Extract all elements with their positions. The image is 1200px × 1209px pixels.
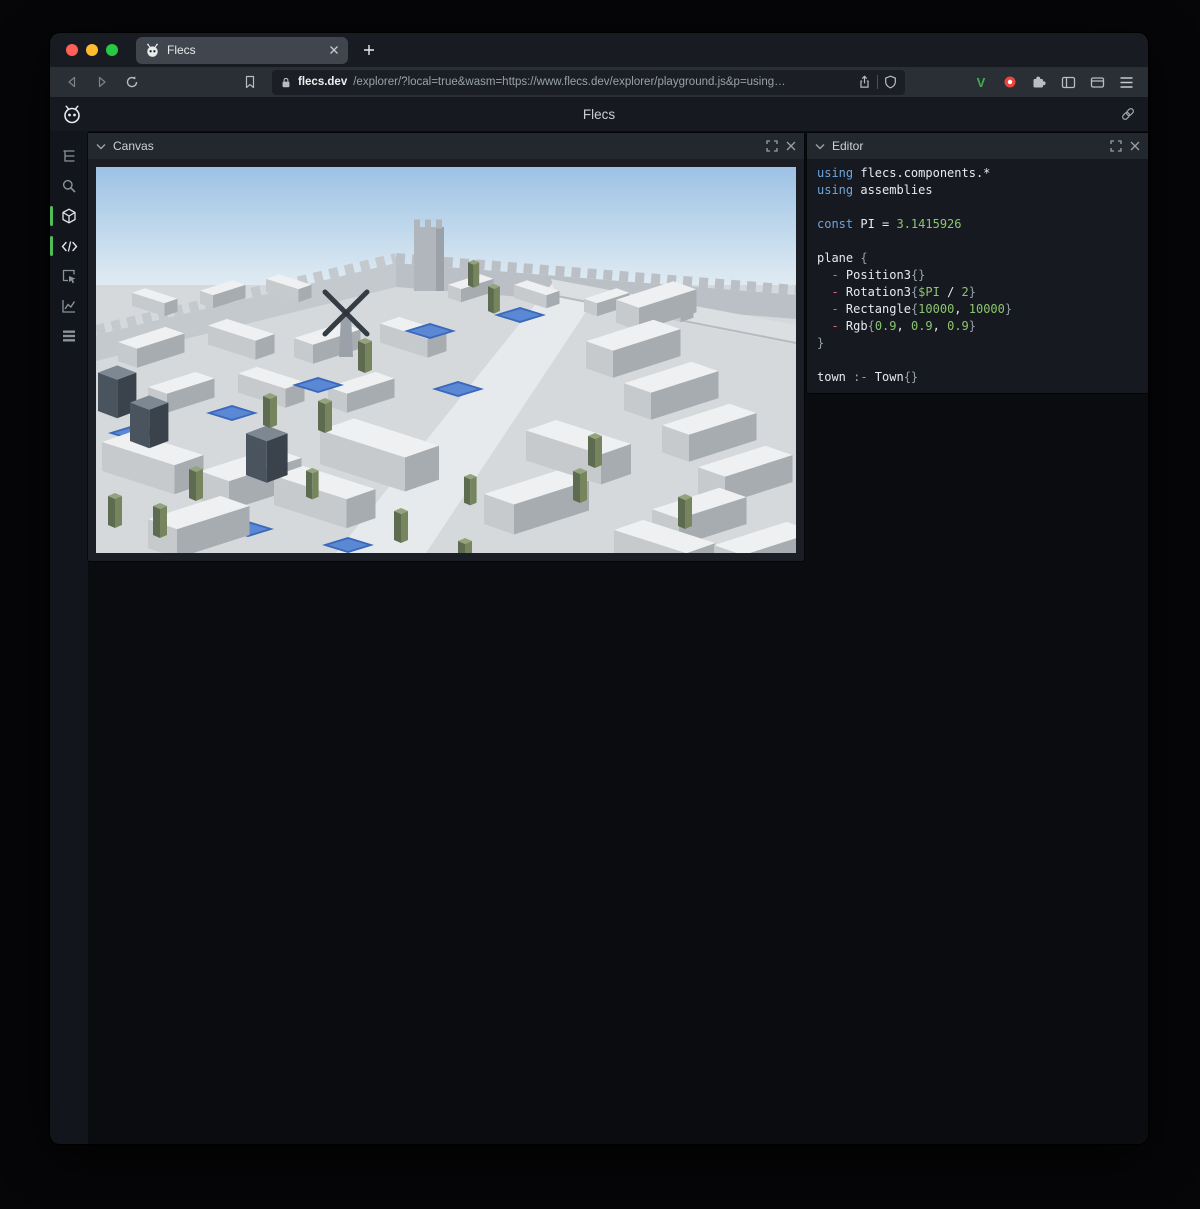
share-button[interactable] <box>858 75 871 89</box>
inspector-icon <box>61 268 77 284</box>
editor-panel-title: Editor <box>832 139 863 153</box>
browser-tab[interactable]: Flecs <box>136 37 348 64</box>
cube-icon <box>61 208 77 224</box>
minimize-window-button[interactable] <box>86 44 98 56</box>
hamburger-icon <box>1119 76 1134 89</box>
rows-icon <box>61 329 77 343</box>
divider <box>877 75 878 89</box>
fullscreen-icon <box>1110 140 1122 152</box>
lock-icon <box>280 76 292 89</box>
expand-canvas-button[interactable] <box>766 140 778 152</box>
chevron-down-icon <box>96 143 106 150</box>
forward-icon <box>95 75 109 89</box>
extensions-button[interactable] <box>1027 70 1051 94</box>
chart-icon <box>61 298 77 314</box>
tab-close-button[interactable] <box>329 45 339 55</box>
close-icon <box>786 141 796 151</box>
close-window-button[interactable] <box>66 44 78 56</box>
bookmark-icon <box>243 75 257 89</box>
url-domain: flecs.dev <box>298 76 347 88</box>
forward-button[interactable] <box>90 70 114 94</box>
wallet-icon <box>1090 75 1105 90</box>
page-title: Flecs <box>50 107 1148 122</box>
app-header: Flecs <box>50 97 1148 131</box>
puzzle-icon <box>1031 74 1047 90</box>
fullscreen-icon <box>766 140 778 152</box>
navigation-toolbar: flecs.dev /explorer/?local=true&wasm=htt… <box>50 67 1148 97</box>
page-body: Canvas <box>50 131 1148 1144</box>
workspace: Canvas <box>88 131 1148 1144</box>
url-path: /explorer/?local=true&wasm=https://www.f… <box>353 76 852 88</box>
wallet-button[interactable] <box>1085 70 1109 94</box>
recorder-extension-button[interactable] <box>998 70 1022 94</box>
new-tab-button[interactable] <box>356 37 382 63</box>
vimium-extension-button[interactable]: V <box>969 70 993 94</box>
sidebar-toggle-button[interactable] <box>1056 70 1080 94</box>
chevron-down-icon <box>815 143 825 150</box>
window-controls <box>50 44 130 56</box>
close-icon <box>1130 141 1140 151</box>
editor-panel: Editor <box>807 133 1148 393</box>
back-button[interactable] <box>60 70 84 94</box>
share-icon <box>858 75 871 89</box>
menu-button[interactable] <box>1114 70 1138 94</box>
reload-icon <box>125 75 139 89</box>
sidebar-item-editor[interactable] <box>54 231 84 261</box>
plus-icon <box>363 44 375 56</box>
close-canvas-button[interactable] <box>786 141 796 151</box>
collapse-canvas-button[interactable] <box>96 143 106 150</box>
record-icon <box>1002 74 1018 90</box>
flecs-favicon-icon <box>145 43 160 58</box>
scene-3d-render[interactable] <box>96 167 796 553</box>
canvas-panel-body <box>88 159 804 561</box>
sidebar-item-entities[interactable] <box>54 201 84 231</box>
shield-icon <box>884 75 897 89</box>
sidebar-item-search[interactable] <box>54 171 84 201</box>
canvas-panel: Canvas <box>88 133 804 561</box>
code-icon <box>61 239 78 254</box>
search-icon <box>61 178 77 194</box>
reload-button[interactable] <box>120 70 144 94</box>
toolbar-extensions: V <box>969 70 1138 94</box>
browser-window: Flecs <box>50 33 1148 1144</box>
expand-editor-button[interactable] <box>1110 140 1122 152</box>
close-icon <box>329 45 339 55</box>
tab-bar: Flecs <box>50 33 1148 67</box>
sidebar-item-inspector[interactable] <box>54 261 84 291</box>
bookmark-button[interactable] <box>238 70 262 94</box>
sidebar-icon <box>1061 75 1076 90</box>
link-icon <box>1120 106 1136 122</box>
editor-code[interactable]: using flecs.components.*using assemblies… <box>807 159 1148 393</box>
tab-title: Flecs <box>167 43 322 57</box>
back-icon <box>65 75 79 89</box>
sidebar-item-rows[interactable] <box>54 321 84 351</box>
shield-button[interactable] <box>884 75 897 89</box>
url-bar[interactable]: flecs.dev /explorer/?local=true&wasm=htt… <box>272 70 905 95</box>
flecs-explorer-page: Flecs <box>50 97 1148 1144</box>
tree-icon <box>61 148 77 164</box>
sidebar-item-tree[interactable] <box>54 141 84 171</box>
editor-panel-header: Editor <box>807 133 1148 159</box>
permalink-button[interactable] <box>1120 106 1136 122</box>
zoom-window-button[interactable] <box>106 44 118 56</box>
collapse-editor-button[interactable] <box>815 143 825 150</box>
vimium-v-icon: V <box>977 75 986 90</box>
sidebar-item-stats[interactable] <box>54 291 84 321</box>
close-editor-button[interactable] <box>1130 141 1140 151</box>
icon-rail <box>50 131 88 1144</box>
canvas-panel-header: Canvas <box>88 133 804 159</box>
canvas-panel-title: Canvas <box>113 139 154 153</box>
